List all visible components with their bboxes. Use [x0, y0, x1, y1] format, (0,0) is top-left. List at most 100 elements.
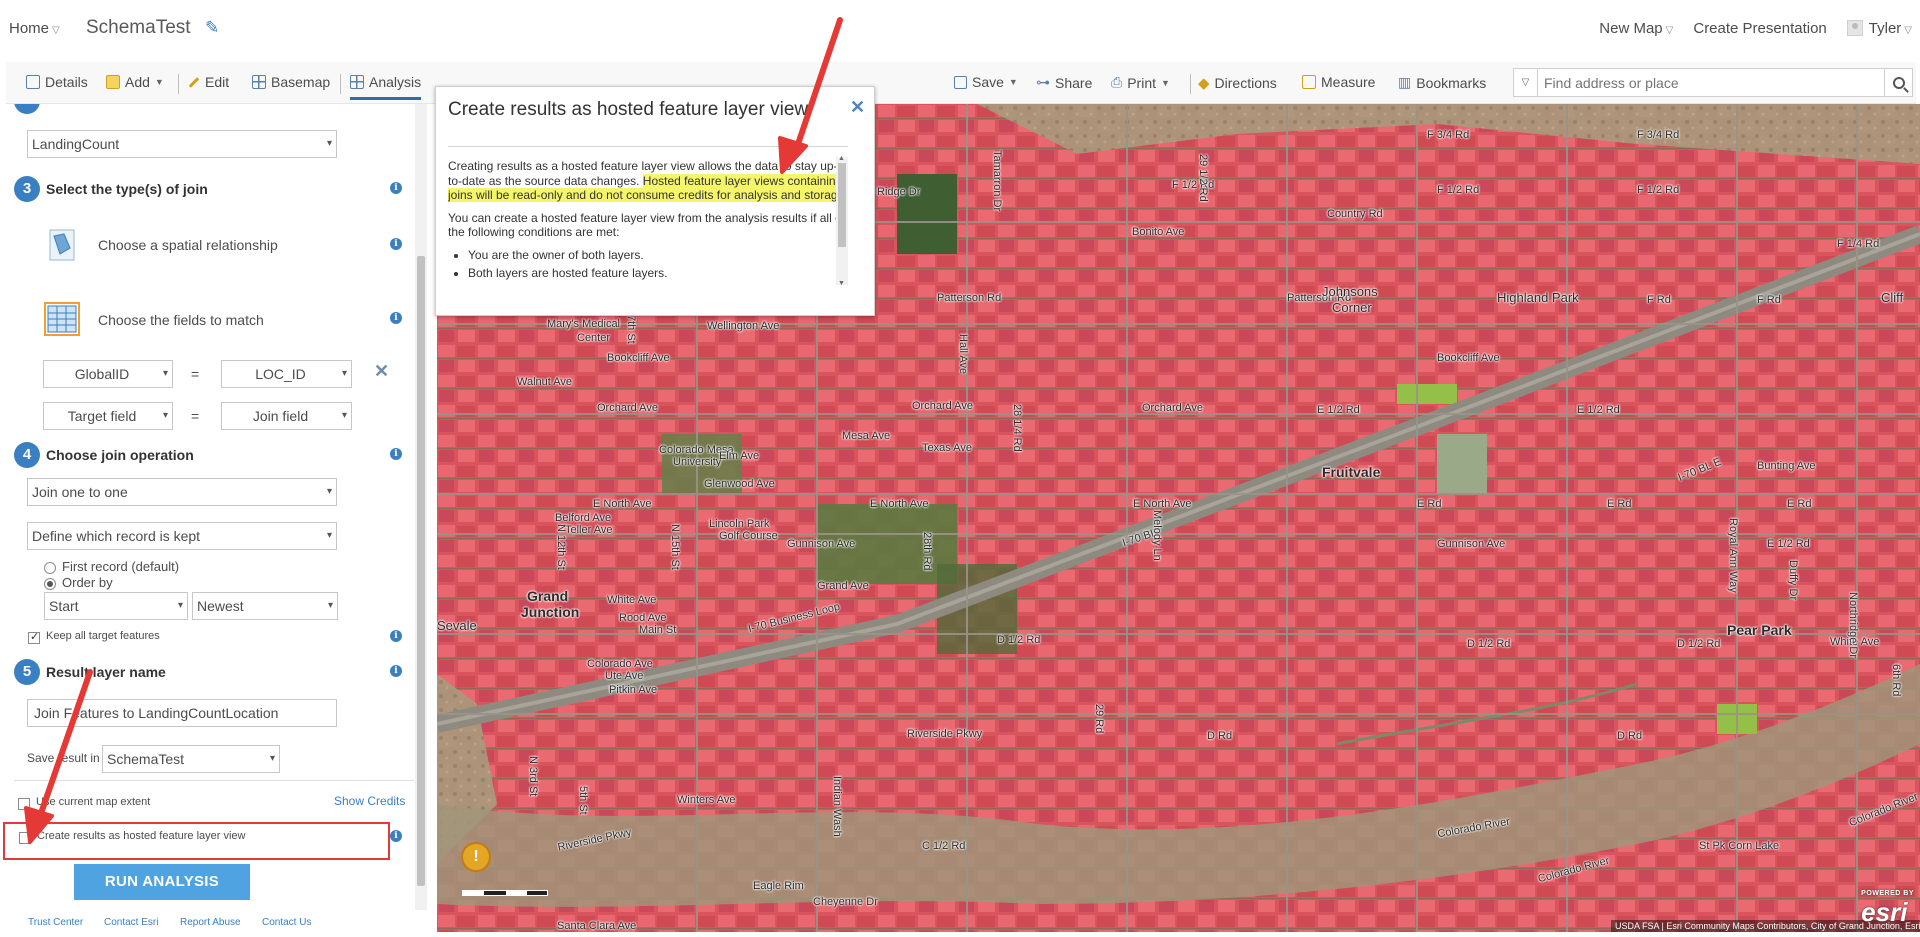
order-by-radio[interactable]: [44, 578, 56, 590]
map-label: Belford Ave: [555, 512, 612, 524]
powered-by-label: POWERED BY: [1861, 890, 1914, 897]
share-button[interactable]: ⊶ Share: [1036, 74, 1092, 91]
scroll-up-icon[interactable]: ▲: [838, 155, 845, 162]
spatial-relationship-icon[interactable]: [48, 228, 76, 262]
save-folder-select[interactable]: SchemaTest: [102, 745, 280, 773]
info-icon[interactable]: i: [390, 238, 402, 250]
order-direction-select[interactable]: Newest: [192, 592, 338, 620]
esri-wordmark: esri: [1861, 897, 1908, 927]
popup-scrollbar[interactable]: ▲ ▼: [836, 155, 848, 287]
measure-button[interactable]: Measure: [1302, 74, 1375, 90]
map-label: Bookcliff Ave: [607, 352, 670, 364]
footer-link-report-abuse[interactable]: Report Abuse: [180, 917, 241, 928]
new-map-menu[interactable]: New Map ▽: [1599, 20, 1673, 37]
scroll-down-icon[interactable]: ▼: [838, 280, 845, 287]
bookmarks-button[interactable]: ▥ Bookmarks: [1398, 74, 1486, 91]
search-input[interactable]: [1538, 69, 1884, 96]
fields-table-icon[interactable]: [44, 302, 80, 336]
keep-all-checkbox[interactable]: [28, 630, 40, 644]
map-label: Pitkin Ave: [609, 684, 658, 696]
panel-divider: [14, 780, 414, 781]
warning-icon[interactable]: !: [461, 842, 491, 872]
run-analysis-button[interactable]: RUN ANALYSIS: [74, 864, 250, 900]
map-label: E Rd: [1417, 498, 1442, 510]
pencil-icon[interactable]: ✎: [205, 18, 219, 38]
map-label: D 1/2 Rd: [1677, 638, 1721, 650]
join-field-select[interactable]: LOC_ID: [221, 360, 352, 388]
save-button[interactable]: Save ▼: [954, 74, 1018, 90]
map-label: Northridge Dr: [1847, 592, 1859, 659]
target-field-select-2[interactable]: Target field: [43, 402, 173, 430]
first-record-radio[interactable]: [44, 562, 56, 574]
map-label: Cheyenne Dr: [813, 896, 878, 908]
map-label: Highland Park: [1497, 290, 1579, 305]
info-icon[interactable]: i: [390, 182, 402, 194]
map-label: White Ave: [607, 594, 657, 606]
use-extent-checkbox[interactable]: [18, 798, 30, 810]
fields-to-match-option[interactable]: Choose the fields to match: [98, 312, 264, 328]
footer-link-contact-us[interactable]: Contact Us: [262, 917, 311, 928]
user-menu[interactable]: Tyler ▽: [1846, 20, 1912, 37]
details-button[interactable]: Details: [26, 74, 88, 90]
info-icon[interactable]: i: [390, 665, 402, 677]
use-extent-label: Use current map extent: [36, 796, 151, 808]
popup-title: Create results as hosted feature layer v…: [448, 99, 809, 120]
map-label: 5th St: [577, 786, 589, 815]
analysis-label: Analysis: [369, 74, 422, 90]
info-icon[interactable]: i: [390, 830, 402, 842]
map-label: Junction: [521, 604, 580, 620]
search-button[interactable]: [1884, 69, 1912, 96]
close-icon[interactable]: ✕: [850, 97, 865, 118]
caret-down-icon: ▼: [1008, 77, 1018, 87]
info-icon[interactable]: i: [390, 630, 402, 642]
scrollbar-thumb[interactable]: [417, 256, 425, 886]
map-label: 29 Rd: [1093, 704, 1105, 734]
print-button[interactable]: ⎙ Print ▼: [1111, 74, 1170, 91]
show-credits-link[interactable]: Show Credits: [334, 794, 405, 808]
scrollbar-thumb[interactable]: [838, 163, 846, 247]
join-layer-select[interactable]: LandingCount: [27, 130, 337, 158]
map-label: Johnsons: [1322, 284, 1378, 299]
bookmarks-label: Bookmarks: [1416, 74, 1487, 91]
keep-all-label: Keep all target features: [46, 630, 160, 642]
map-label: Gunnison Ave: [787, 538, 856, 550]
map-label: Wellington Ave: [707, 320, 780, 332]
help-popup: Create results as hosted feature layer v…: [435, 86, 875, 316]
basemap-button[interactable]: Basemap: [252, 74, 330, 90]
footer-link-trust-center[interactable]: Trust Center: [28, 917, 83, 928]
edit-icon: [188, 76, 200, 88]
map-label: F Rd: [1757, 294, 1781, 306]
home-menu[interactable]: Home ▽: [9, 20, 60, 37]
join-field-select-2[interactable]: Join field: [221, 402, 352, 430]
add-button[interactable]: Add ▼: [106, 74, 164, 90]
caret-down-icon: ▼: [1161, 77, 1170, 88]
map-label: Elm Ave: [719, 450, 760, 462]
info-icon[interactable]: i: [390, 312, 402, 324]
first-record-label: First record (default): [62, 559, 180, 574]
order-field-select[interactable]: Start: [44, 592, 188, 620]
record-kept-select[interactable]: Define which record is kept: [27, 522, 337, 550]
directions-icon: ◆: [1198, 75, 1210, 92]
spatial-relationship-option[interactable]: Choose a spatial relationship: [98, 237, 278, 253]
remove-icon[interactable]: ✕: [374, 361, 389, 382]
analysis-tab[interactable]: Analysis: [350, 74, 422, 100]
map-label: E North Ave: [870, 498, 929, 510]
join-operation-select[interactable]: Join one to one: [27, 478, 337, 506]
measure-label: Measure: [1321, 74, 1376, 90]
directions-button[interactable]: ◆ Directions: [1198, 74, 1277, 92]
share-icon: ⊶: [1036, 74, 1050, 90]
print-label: Print: [1127, 74, 1156, 91]
edit-button[interactable]: Edit: [188, 74, 229, 90]
search-source-dropdown[interactable]: ▽: [1514, 69, 1538, 96]
info-icon[interactable]: i: [390, 448, 402, 460]
new-map-label: New Map: [1599, 20, 1663, 37]
home-label: Home: [9, 20, 50, 37]
target-field-select[interactable]: GlobalID: [43, 360, 173, 388]
map-label: Duffy Dr: [1787, 560, 1799, 601]
create-presentation-link[interactable]: Create Presentation: [1693, 20, 1826, 37]
map-label: Teller Ave: [565, 524, 613, 536]
result-layer-name-input[interactable]: Join Features to LandingCountLocation: [27, 699, 337, 727]
footer-link-contact-esri[interactable]: Contact Esri: [104, 917, 158, 928]
map-label: Orchard Ave: [1142, 402, 1203, 414]
panel-scrollbar[interactable]: [415, 104, 427, 910]
